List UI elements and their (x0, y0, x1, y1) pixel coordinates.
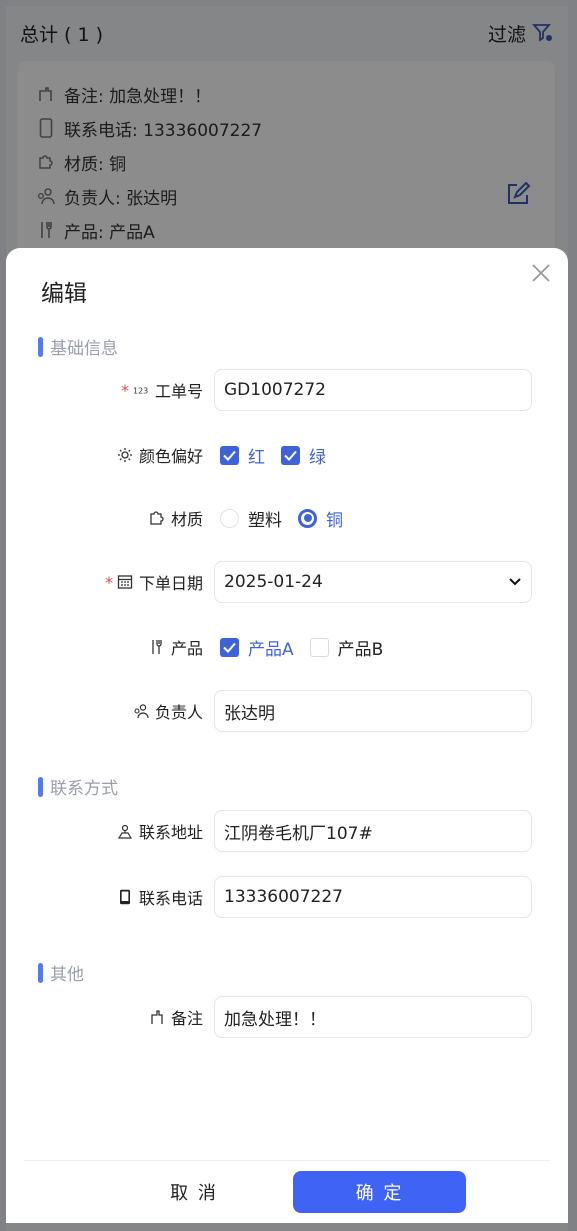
owner-value: 张达明 (224, 703, 275, 724)
row-remark: 备注 加急处理！！ (6, 996, 568, 1038)
section-other-label: 其他 (50, 965, 84, 985)
close-icon (532, 264, 550, 282)
product-option-a-label: 产品A (248, 639, 294, 660)
close-button[interactable] (528, 260, 554, 286)
row-address: 联系地址 江阴卷毛机厂107# (6, 810, 568, 852)
material-label: 材质 (6, 506, 206, 530)
calendar-icon (117, 574, 133, 590)
checkbox-checked-icon (220, 445, 239, 465)
order-no-label: * 123 工单号 (6, 378, 206, 402)
section-bar (38, 962, 43, 983)
modal-title: 编辑 (41, 281, 87, 307)
color-label: 颜色偏好 (6, 443, 206, 467)
order-date-value: 2025-01-24 (224, 572, 323, 592)
address-input[interactable]: 江阴卷毛机厂107# (214, 810, 532, 852)
confirm-button[interactable]: 确 定 (293, 1171, 466, 1213)
location-icon (117, 823, 133, 839)
checkbox-checked-icon (220, 637, 239, 657)
checkbox-unchecked-icon (309, 637, 329, 657)
product-label-text: 产品 (170, 639, 203, 658)
color-label-text: 颜色偏好 (138, 447, 203, 466)
product-label: 产品 (6, 635, 206, 659)
footer-divider (24, 1160, 550, 1161)
required-mark: * (120, 380, 129, 400)
remark-label-text: 备注 (170, 1009, 203, 1028)
product-option-b-label: 产品B (337, 639, 384, 660)
section-contact-label: 联系方式 (50, 779, 118, 799)
row-owner: 负责人 张达明 (6, 690, 568, 732)
users-icon (133, 703, 149, 719)
cancel-button[interactable]: 取 消 (124, 1171, 264, 1213)
section-contact: 联系方式 (38, 774, 118, 799)
owner-input[interactable]: 张达明 (214, 690, 532, 732)
material-option-plastic[interactable]: 塑料 (220, 506, 282, 531)
material-option-copper[interactable]: 铜 (298, 506, 343, 531)
remark-input[interactable]: 加急处理！！ (214, 996, 532, 1038)
material-label-text: 材质 (170, 510, 203, 529)
product-option-a[interactable]: 产品A (220, 635, 294, 660)
chevron-down-icon (509, 578, 521, 586)
phone-label: 联系电话 (6, 885, 206, 909)
color-option-red-label: 红 (248, 447, 265, 468)
address-label-text: 联系地址 (138, 823, 203, 842)
order-no-input[interactable]: GD1007272 (214, 369, 532, 411)
address-label: 联系地址 (6, 819, 206, 843)
number-icon: 123 (133, 382, 149, 398)
section-other: 其他 (38, 960, 84, 985)
pin-icon (149, 1009, 165, 1025)
tools-icon (149, 639, 165, 655)
product-option-b[interactable]: 产品B (309, 635, 384, 660)
address-value: 江阴卷毛机厂107# (224, 823, 373, 844)
row-order-no: * 123 工单号 GD1007272 (6, 369, 568, 411)
order-date-label-text: 下单日期 (138, 574, 203, 593)
required-mark: * (104, 572, 113, 592)
radio-selected-icon (298, 508, 317, 528)
color-option-green-label: 绿 (309, 447, 326, 468)
material-option-copper-label: 铜 (326, 510, 343, 531)
material-option-plastic-label: 塑料 (248, 510, 282, 531)
section-bar (38, 776, 43, 797)
section-basic-info: 基础信息 (38, 334, 118, 359)
svg-text:123: 123 (133, 387, 148, 396)
owner-label: 负责人 (6, 699, 206, 723)
phone-input[interactable]: 13336007227 (214, 876, 532, 918)
order-no-label-text: 工单号 (154, 382, 203, 401)
sun-icon (117, 447, 133, 463)
checkbox-checked-icon (281, 445, 300, 465)
owner-label-text: 负责人 (154, 703, 203, 722)
order-date-select[interactable]: 2025-01-24 (214, 561, 532, 603)
phone-label-text: 联系电话 (138, 889, 203, 908)
remark-value: 加急处理！！ (224, 1009, 326, 1030)
puzzle-icon (149, 510, 165, 526)
remark-label: 备注 (6, 1005, 206, 1029)
color-option-red[interactable]: 红 (220, 443, 265, 468)
radio-unselected-icon (220, 508, 239, 528)
section-bar (38, 336, 43, 357)
order-date-label: * 下单日期 (6, 570, 206, 594)
row-phone: 联系电话 13336007227 (6, 876, 568, 918)
phone-value: 13336007227 (224, 887, 343, 907)
edit-modal: 编辑 基础信息 * 123 工单号 GD1007272 颜色偏好 红 绿 材质 … (6, 248, 568, 1223)
phone-icon (117, 889, 133, 905)
color-option-green[interactable]: 绿 (281, 443, 326, 468)
order-no-value: GD1007272 (224, 380, 326, 400)
row-color: 颜色偏好 红 绿 (6, 434, 568, 476)
row-product: 产品 产品A 产品B (6, 626, 568, 668)
section-basic-label: 基础信息 (50, 339, 118, 359)
row-material: 材质 塑料 铜 (6, 497, 568, 539)
row-order-date: * 下单日期 2025-01-24 (6, 561, 568, 603)
